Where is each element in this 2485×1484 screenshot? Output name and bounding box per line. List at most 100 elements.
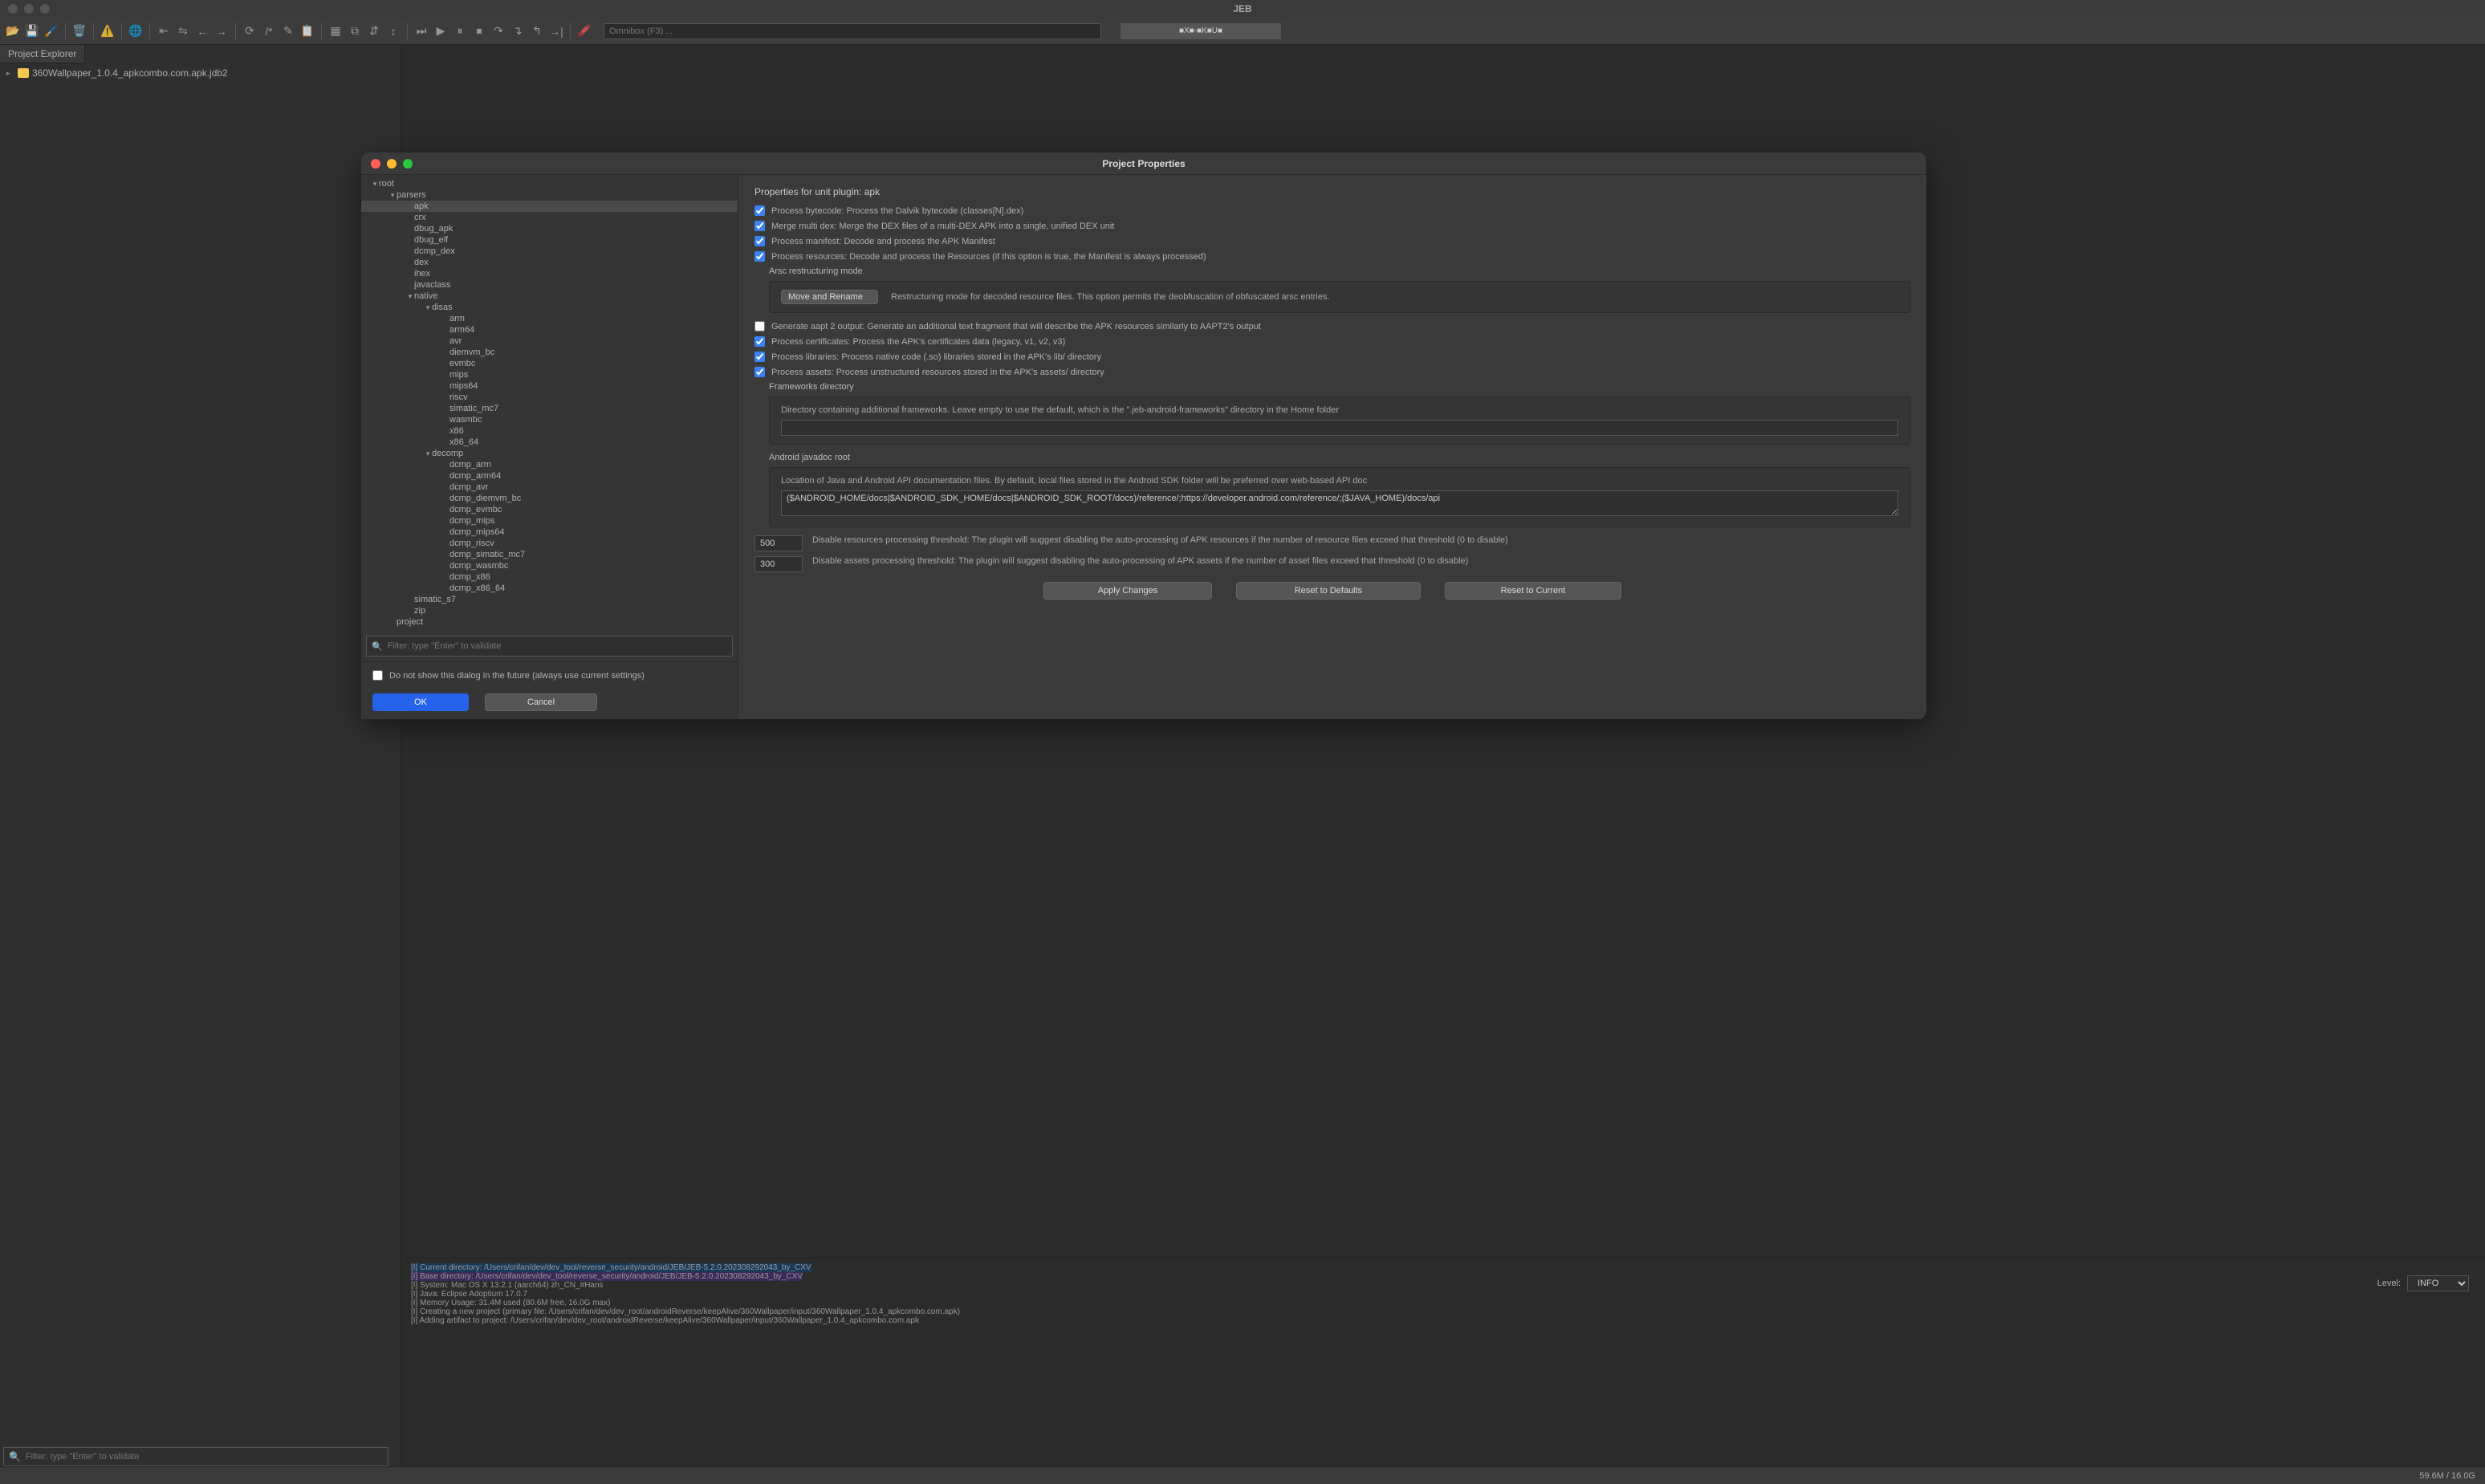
assets-checkbox[interactable] xyxy=(754,367,765,377)
nav-icon[interactable]: ⇋ xyxy=(175,23,191,39)
dialog-tree-item[interactable]: dcmp_diemvm_bc xyxy=(361,493,738,504)
dialog-tree-item[interactable]: diemvm_bc xyxy=(361,347,738,358)
assets-row[interactable]: Process assets: Process unstructured res… xyxy=(754,367,1910,377)
res-threshold-input[interactable] xyxy=(754,535,803,551)
minimize-window-icon[interactable] xyxy=(24,4,34,14)
certs-checkbox[interactable] xyxy=(754,336,765,347)
sidebar-filter[interactable]: 🔍 xyxy=(3,1447,388,1466)
dialog-tree-item[interactable]: dcmp_riscv xyxy=(361,538,738,549)
stop-icon[interactable]: ⏹ xyxy=(471,23,487,39)
dialog-tree[interactable]: ▾root▾parsersapkcrxdbug_apkdbug_elf dcmp_… xyxy=(361,175,738,631)
dialog-tree-item[interactable]: mips xyxy=(361,369,738,380)
chevron-icon[interactable]: ▾ xyxy=(388,191,397,200)
dialog-tree-item[interactable]: dbug_apk xyxy=(361,223,738,234)
next-icon[interactable]: → xyxy=(214,23,230,39)
dialog-close-icon[interactable] xyxy=(371,159,380,169)
skip-icon[interactable]: ⏭ xyxy=(413,23,429,39)
dialog-tree-item[interactable]: dcmp_x86 xyxy=(361,571,738,583)
delete-icon[interactable]: 🗑️ xyxy=(71,23,87,39)
dialog-tree-item[interactable]: riscv xyxy=(361,392,738,403)
dialog-filter[interactable]: 🔍 xyxy=(366,636,733,657)
dialog-tree-item[interactable]: javaclass xyxy=(361,279,738,291)
chevron-right-icon[interactable]: ▸ xyxy=(6,69,14,78)
dialog-tree-item[interactable]: ▾parsers xyxy=(361,189,738,201)
maximize-window-icon[interactable] xyxy=(40,4,50,14)
dialog-tree-item[interactable]: dcmp_evmbc xyxy=(361,504,738,515)
highlight-icon[interactable]: 🖍️ xyxy=(576,23,592,39)
frameworks-input[interactable] xyxy=(781,420,1898,436)
refresh-icon[interactable]: ⟳ xyxy=(242,23,258,39)
step-into-icon[interactable]: ↴ xyxy=(510,23,526,39)
ok-button[interactable]: OK xyxy=(372,693,469,711)
dialog-tree-item[interactable]: ▾root xyxy=(361,178,738,189)
reset-current-button[interactable]: Reset to Current xyxy=(1445,582,1621,600)
dialog-maximize-icon[interactable] xyxy=(403,159,413,169)
dialog-tree-item[interactable]: dcmp_simatic_mc7 xyxy=(361,549,738,560)
prev-icon[interactable]: ← xyxy=(194,23,210,39)
dialog-tree-item[interactable]: dcmp_mips64 xyxy=(361,527,738,538)
omnibox-input[interactable] xyxy=(604,23,1101,39)
libs-checkbox[interactable] xyxy=(754,352,765,362)
noshow-checkbox[interactable] xyxy=(372,670,383,681)
comment-icon[interactable]: /* xyxy=(261,23,277,39)
apply-changes-button[interactable]: Apply Changes xyxy=(1043,582,1212,600)
step-over-icon[interactable]: ↷ xyxy=(490,23,506,39)
dialog-tree-item[interactable]: x86_64 xyxy=(361,437,738,448)
dialog-tree-item[interactable]: project xyxy=(361,616,738,628)
project-explorer-tab[interactable]: Project Explorer xyxy=(0,45,85,63)
dialog-tree-item[interactable]: simatic_mc7 xyxy=(361,403,738,414)
dialog-tree-item[interactable]: dcmp_mips xyxy=(361,515,738,527)
open-icon[interactable]: 📂 xyxy=(5,23,21,39)
cancel-button[interactable]: Cancel xyxy=(485,693,597,711)
tree-icon[interactable]: ⇵ xyxy=(366,23,382,39)
dialog-tree-item[interactable]: ▾native xyxy=(361,291,738,302)
assets-threshold-input[interactable] xyxy=(754,556,803,572)
dialog-tree-item[interactable]: dcmp_arm xyxy=(361,459,738,470)
edit-icon[interactable]: ✎ xyxy=(280,23,296,39)
play-icon[interactable]: ▶ xyxy=(433,23,449,39)
chevron-icon[interactable]: ▾ xyxy=(424,449,432,458)
sort-icon[interactable]: ↕ xyxy=(385,23,401,39)
copy-icon[interactable]: ⧉ xyxy=(347,23,363,39)
dialog-tree-item[interactable]: arm64 xyxy=(361,324,738,335)
dialog-tree-item[interactable]: apk xyxy=(361,201,738,212)
dialog-tree-item[interactable]: dcmp_wasmbc xyxy=(361,560,738,571)
dialog-tree-item[interactable]: wasmbc xyxy=(361,414,738,425)
warning-icon[interactable]: ⚠️ xyxy=(100,23,116,39)
aapt-row[interactable]: Generate aapt 2 output: Generate an addi… xyxy=(754,321,1910,331)
globe-icon[interactable]: 🌐 xyxy=(128,23,144,39)
javadoc-input[interactable] xyxy=(781,490,1898,516)
dialog-tree-item[interactable]: dex xyxy=(361,257,738,268)
dialog-tree-item[interactable]: dcmp_avr xyxy=(361,482,738,493)
close-window-icon[interactable] xyxy=(8,4,18,14)
grid-icon[interactable]: ▦ xyxy=(327,23,344,39)
dialog-tree-item[interactable]: dcmp_x86_64 xyxy=(361,583,738,594)
bytecode-row[interactable]: Process bytecode: Process the Dalvik byt… xyxy=(754,205,1910,216)
step-out-icon[interactable]: ↰ xyxy=(529,23,545,39)
dialog-tree-item[interactable]: dcmp_arm64 xyxy=(361,470,738,482)
merge-row[interactable]: Merge multi dex: Merge the DEX files of … xyxy=(754,221,1910,231)
libs-row[interactable]: Process libraries: Process native code (… xyxy=(754,352,1910,362)
arsc-select[interactable]: Move and Rename xyxy=(781,290,878,304)
dialog-tree-item[interactable]: zip xyxy=(361,605,738,616)
run-to-icon[interactable]: →| xyxy=(548,23,564,39)
dialog-minimize-icon[interactable] xyxy=(387,159,397,169)
dialog-tree-item[interactable]: dbug_elf xyxy=(361,234,738,246)
level-select[interactable]: INFO xyxy=(2407,1275,2469,1291)
dialog-tree-item[interactable]: x86 xyxy=(361,425,738,437)
merge-checkbox[interactable] xyxy=(754,221,765,231)
dialog-tree-item[interactable]: ▾disas xyxy=(361,302,738,313)
chevron-icon[interactable]: ▾ xyxy=(371,180,379,189)
tree-item-root[interactable]: ▸ 360Wallpaper_1.0.4_apkcombo.com.apk.jd… xyxy=(0,67,401,79)
manifest-row[interactable]: Process manifest: Decode and process the… xyxy=(754,236,1910,246)
noshow-row[interactable]: Do not show this dialog in the future (a… xyxy=(372,670,726,681)
sidebar-filter-input[interactable] xyxy=(26,1452,383,1462)
dialog-tree-item[interactable]: ▾decomp xyxy=(361,448,738,459)
resources-row[interactable]: Process resources: Decode and process th… xyxy=(754,251,1910,262)
chevron-icon[interactable]: ▾ xyxy=(424,303,432,312)
manifest-checkbox[interactable] xyxy=(754,236,765,246)
bytecode-checkbox[interactable] xyxy=(754,205,765,216)
dialog-tree-item[interactable]: mips64 xyxy=(361,380,738,392)
dialog-tree-item[interactable]: crx xyxy=(361,212,738,223)
reset-defaults-button[interactable]: Reset to Defaults xyxy=(1236,582,1421,600)
